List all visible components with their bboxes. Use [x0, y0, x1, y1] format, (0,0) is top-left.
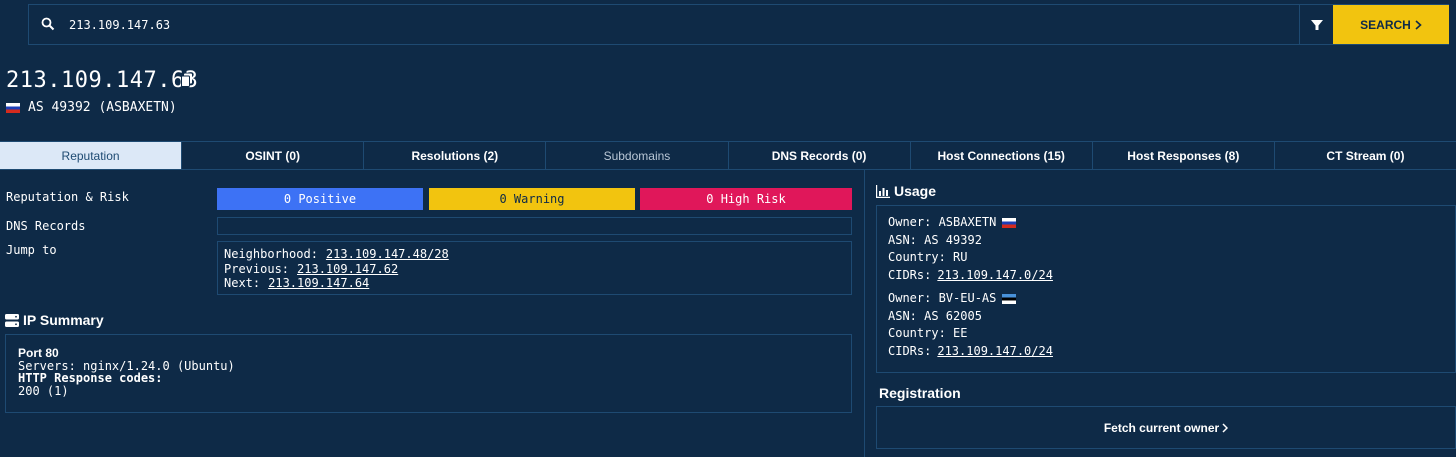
ip-summary-heading: IP Summary	[5, 312, 104, 328]
ip-summary-box: Port 80 Servers: nginx/1.24.0 (Ubuntu) H…	[5, 334, 852, 413]
neighborhood-link[interactable]: 213.109.147.48/28	[326, 247, 449, 261]
tab-bar: Reputation OSINT (0) Resolutions (2) Sub…	[0, 141, 1456, 170]
jump-to-box: Neighborhood: 213.109.147.48/28 Previous:…	[217, 241, 852, 295]
asn-line: ASN: AS 49392	[888, 232, 982, 247]
bar-chart-icon	[876, 184, 890, 198]
search-input[interactable]	[69, 5, 1289, 44]
cidrs-link[interactable]: 213.109.147.0/24	[937, 343, 1053, 361]
tab-ct-stream[interactable]: CT Stream (0)	[1275, 142, 1456, 169]
positive-badge: 0 Positive	[217, 188, 423, 210]
asn-label: AS 49392 (ASBAXETN)	[28, 100, 177, 115]
high-risk-badge: 0 High Risk	[640, 188, 852, 210]
tab-resolutions[interactable]: Resolutions (2)	[364, 142, 547, 169]
page-title: 213.109.147.63	[6, 68, 199, 93]
country-line: Country: RU	[888, 250, 968, 264]
search-button-label: SEARCH	[1360, 17, 1411, 32]
tab-host-connections[interactable]: Host Connections (15)	[911, 142, 1093, 169]
tab-host-responses[interactable]: Host Responses (8)	[1093, 142, 1275, 169]
search-bar: SEARCH	[28, 4, 1449, 45]
dns-records-label: DNS Records	[6, 219, 86, 233]
search-icon	[41, 17, 55, 31]
previous-link[interactable]: 213.109.147.62	[297, 262, 398, 276]
search-button[interactable]: SEARCH	[1333, 5, 1449, 44]
port-label: Port 80	[18, 346, 59, 360]
http-codes-value: 200 (1)	[18, 383, 69, 398]
tab-reputation[interactable]: Reputation	[0, 142, 183, 169]
owner-line: Owner: BV-EU-AS	[888, 290, 1444, 308]
filter-button[interactable]	[1299, 5, 1334, 44]
chevron-right-icon	[1222, 422, 1229, 433]
next-link[interactable]: 213.109.147.64	[268, 276, 369, 290]
tab-dns-records[interactable]: DNS Records (0)	[729, 142, 911, 169]
owner-line: Owner: ASBAXETN	[888, 214, 1444, 232]
panel-divider	[864, 170, 865, 457]
previous-label: Previous:	[224, 261, 290, 276]
fetch-current-owner-label: Fetch current owner	[1103, 420, 1220, 435]
usage-box: Owner: ASBAXETN ASN: AS 49392 Country: R…	[876, 205, 1456, 373]
ru-flag-icon	[1002, 217, 1017, 228]
cidrs-label: CIDRs:	[888, 267, 932, 282]
next-line: Next: 213.109.147.64	[224, 276, 845, 291]
dns-records-box	[217, 217, 852, 235]
asn-line: ASN: AS 62005	[888, 308, 982, 323]
tab-subdomains[interactable]: Subdomains	[546, 142, 729, 169]
cidrs-line: CIDRs: 213.109.147.0/24	[888, 343, 1444, 361]
server-icon	[5, 313, 19, 327]
asn-info: AS 49392 (ASBAXETN)	[6, 100, 177, 115]
http-codes-label: HTTP Response codes:	[18, 371, 163, 385]
copy-icon[interactable]	[181, 73, 193, 87]
cidrs-link[interactable]: 213.109.147.0/24	[937, 267, 1053, 285]
chevron-right-icon	[1415, 19, 1422, 30]
next-label: Next:	[224, 276, 261, 290]
filter-icon	[1311, 19, 1323, 30]
ru-flag-icon	[6, 102, 20, 113]
reputation-label: Reputation & Risk	[6, 190, 129, 204]
usage-title: Usage	[894, 183, 937, 199]
tab-osint[interactable]: OSINT (0)	[182, 142, 365, 169]
cidrs-label: CIDRs:	[888, 343, 932, 358]
jump-to-label: Jump to	[6, 243, 57, 257]
owner-label: Owner: ASBAXETN	[888, 215, 997, 229]
usage-heading: Usage	[876, 183, 936, 199]
registration-title: Registration	[879, 385, 961, 401]
neighborhood-label: Neighborhood:	[224, 247, 318, 261]
warning-badge: 0 Warning	[429, 188, 635, 210]
ee-flag-icon	[1002, 293, 1017, 304]
country-line: Country: EE	[888, 326, 968, 340]
cidrs-line: CIDRs: 213.109.147.0/24	[888, 267, 1444, 285]
owner-label: Owner: BV-EU-AS	[888, 291, 997, 305]
neighborhood-line: Neighborhood: 213.109.147.48/28	[224, 247, 845, 262]
previous-line: Previous: 213.109.147.62	[224, 262, 845, 277]
ip-summary-title: IP Summary	[23, 312, 104, 328]
registration-heading: Registration	[879, 385, 961, 401]
fetch-current-owner-button[interactable]: Fetch current owner	[876, 406, 1456, 449]
